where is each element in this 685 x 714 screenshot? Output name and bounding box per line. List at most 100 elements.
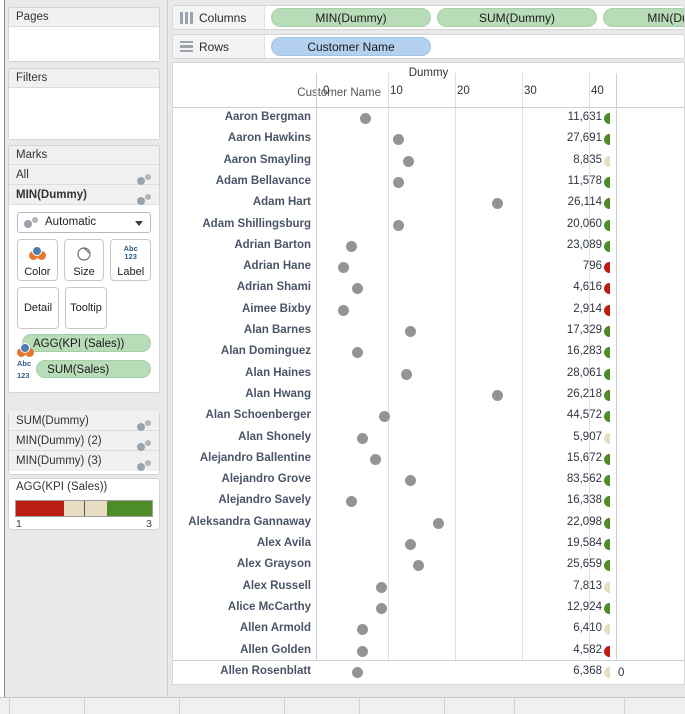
scatter-dot[interactable] [412, 560, 424, 572]
kpi-status-badge[interactable] [604, 326, 610, 337]
marks-tab-all[interactable]: All [9, 165, 159, 186]
table-row[interactable]: Adam Hart 26,114 [173, 193, 684, 214]
rows-pill-0[interactable]: Customer Name [271, 37, 431, 56]
table-row[interactable]: Alan Schoenberger 44,572 [173, 406, 684, 427]
chevron-down-icon[interactable] [135, 221, 143, 226]
kpi-status-badge[interactable] [604, 134, 610, 146]
scatter-dot[interactable] [432, 517, 444, 529]
table-row[interactable]: Alan Dominguez 16,283 [173, 342, 684, 363]
visualization-canvas[interactable]: Dummy Customer Name 0 10 20 30 40 Aaron Berg… [172, 62, 685, 685]
label-button[interactable]: Abc 123 Label [110, 239, 152, 281]
table-row[interactable]: Adrian Hane 796 [173, 257, 684, 278]
kpi-status-badge[interactable] [604, 624, 610, 636]
scatter-dot[interactable] [357, 432, 369, 444]
kpi-status-badge[interactable] [604, 560, 610, 572]
marks-tab-min-dummy-3[interactable]: MIN(Dummy) (3) [9, 451, 159, 472]
scatter-dot[interactable] [393, 134, 405, 146]
table-row[interactable]: Allen Rosenblatt 6,368 [173, 662, 684, 683]
table-row[interactable]: Aaron Smayling 8,835 [173, 151, 684, 172]
kpi-status-badge[interactable] [604, 475, 610, 487]
table-row[interactable]: Alex Grayson 25,659 [173, 555, 684, 576]
scatter-dot[interactable] [351, 347, 363, 359]
scatter-dot[interactable] [393, 219, 405, 231]
scatter-dot[interactable] [393, 176, 405, 188]
table-row[interactable]: Alan Haines 28,061 [173, 364, 684, 385]
pages-card-dropzone[interactable] [9, 27, 159, 61]
scatter-dot[interactable] [379, 411, 391, 423]
kpi-status-badge[interactable] [604, 539, 610, 550]
table-row[interactable]: Alan Shonely 5,907 [173, 428, 684, 449]
table-row[interactable]: Aleksandra Gannaway 22,098 [173, 513, 684, 534]
scatter-dot[interactable] [400, 368, 412, 380]
tooltip-button[interactable]: Tooltip [65, 287, 107, 329]
table-row[interactable]: Adam Bellavance 11,578 [173, 172, 684, 193]
scatter-dot[interactable] [359, 113, 371, 124]
scatter-dot[interactable] [337, 262, 349, 274]
scatter-dot[interactable] [346, 240, 358, 252]
filters-card-dropzone[interactable] [9, 88, 159, 139]
marks-tab-min-dummy[interactable]: MIN(Dummy) [9, 185, 159, 206]
columns-pill-0[interactable]: MIN(Dummy) [271, 8, 431, 27]
scatter-dot[interactable] [369, 453, 381, 465]
marks-tab-sum-dummy[interactable]: SUM(Dummy) [9, 411, 159, 432]
kpi-status-badge[interactable] [604, 517, 610, 529]
kpi-status-badge[interactable] [604, 155, 610, 167]
table-row[interactable]: Alex Russell 7,813 [173, 577, 684, 598]
columns-shelf[interactable]: Columns MIN(Dummy) SUM(Dummy) MIN(Dummy) [172, 5, 685, 30]
table-row[interactable]: Alejandro Grove 83,562 [173, 470, 684, 491]
kpi-status-badge[interactable] [604, 304, 610, 316]
scatter-dot[interactable] [491, 389, 503, 401]
kpi-status-badge[interactable] [604, 389, 610, 401]
kpi-status-badge[interactable] [604, 368, 610, 380]
scatter-dot[interactable] [337, 304, 349, 316]
table-row[interactable]: Aaron Bergman 11,631 [173, 108, 684, 129]
kpi-status-badge[interactable] [604, 219, 610, 231]
kpi-status-badge[interactable] [604, 666, 610, 678]
kpi-status-badge[interactable] [604, 432, 610, 444]
table-row[interactable]: Adam Shillingsburg 20,060 [173, 215, 684, 236]
kpi-status-badge[interactable] [604, 113, 610, 124]
color-legend-gradient[interactable] [15, 500, 153, 517]
kpi-status-badge[interactable] [604, 198, 610, 210]
kpi-status-badge[interactable] [604, 453, 610, 465]
kpi-status-badge[interactable] [604, 176, 610, 188]
scatter-dot[interactable] [405, 326, 417, 337]
columns-pill-2[interactable]: MIN(Dummy) [603, 8, 684, 27]
marks-tab-min-dummy-2[interactable]: MIN(Dummy) (2) [9, 431, 159, 452]
table-row[interactable]: Aimee Bixby 2,914 [173, 300, 684, 321]
scatter-dot[interactable] [357, 645, 369, 657]
table-row[interactable]: Alan Hwang 26,218 [173, 385, 684, 406]
mark-type-dropdown[interactable]: Automatic [17, 212, 151, 233]
columns-pill-1[interactable]: SUM(Dummy) [437, 8, 597, 27]
table-row[interactable]: Allen Golden 4,582 [173, 641, 684, 662]
scatter-dot[interactable] [346, 496, 358, 508]
scatter-dot[interactable] [403, 155, 415, 167]
scatter-dot[interactable] [376, 581, 388, 593]
kpi-status-badge[interactable] [604, 602, 610, 614]
scatter-dot[interactable] [405, 539, 417, 550]
table-row[interactable]: Alejandro Ballentine 15,672 [173, 449, 684, 470]
size-button[interactable]: Size [63, 239, 105, 281]
kpi-status-badge[interactable] [604, 283, 610, 295]
table-row[interactable]: Alejandro Savely 16,338 [173, 491, 684, 512]
scatter-dot[interactable] [357, 624, 369, 636]
rows-shelf[interactable]: Rows Customer Name [172, 34, 685, 59]
scatter-dot[interactable] [405, 475, 417, 487]
table-row[interactable]: Aaron Hawkins 27,691 [173, 129, 684, 150]
table-row[interactable]: Alex Avila 19,584 [173, 534, 684, 555]
kpi-status-badge[interactable] [604, 347, 610, 359]
encoding-pill-color[interactable]: AGG(KPI (Sales)) [22, 334, 151, 352]
scatter-dot[interactable] [376, 602, 388, 614]
kpi-status-badge[interactable] [604, 262, 610, 274]
table-row[interactable]: Alan Barnes 17,329 [173, 321, 684, 342]
table-row[interactable]: Adrian Barton 23,089 [173, 236, 684, 257]
kpi-status-badge[interactable] [604, 581, 610, 593]
kpi-status-badge[interactable] [604, 411, 610, 423]
scatter-dot[interactable] [351, 666, 363, 678]
detail-button[interactable]: Detail [17, 287, 59, 329]
kpi-status-badge[interactable] [604, 240, 610, 252]
scatter-dot[interactable] [491, 198, 503, 210]
encoding-pill-label[interactable]: SUM(Sales) [36, 360, 151, 378]
scatter-dot[interactable] [351, 283, 363, 295]
table-row[interactable]: Adrian Shami 4,616 [173, 278, 684, 299]
